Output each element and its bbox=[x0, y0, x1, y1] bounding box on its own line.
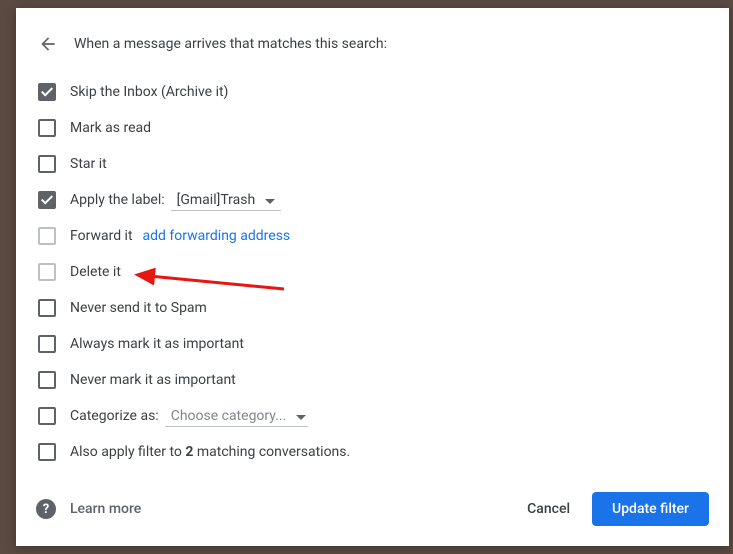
option-star: Star it bbox=[36, 146, 709, 182]
label-forward: Forward it bbox=[70, 228, 133, 244]
categorize-select[interactable]: Choose category... bbox=[165, 406, 309, 427]
update-filter-button[interactable]: Update filter bbox=[592, 492, 709, 526]
add-forwarding-link[interactable]: add forwarding address bbox=[143, 228, 291, 244]
checkbox-categorize[interactable] bbox=[38, 407, 56, 425]
label-categorize-prefix: Categorize as: bbox=[70, 408, 159, 424]
label-skip-inbox: Skip the Inbox (Archive it) bbox=[70, 84, 228, 100]
checkbox-also-apply[interactable] bbox=[38, 443, 56, 461]
option-skip-inbox: Skip the Inbox (Archive it) bbox=[36, 74, 709, 110]
label-never-important: Never mark it as important bbox=[70, 372, 236, 388]
option-mark-read: Mark as read bbox=[36, 110, 709, 146]
checkbox-mark-read[interactable] bbox=[38, 119, 56, 137]
also-apply-post: matching conversations. bbox=[193, 444, 350, 460]
also-apply-pre: Also apply filter to bbox=[70, 444, 185, 460]
option-forward: Forward it add forwarding address bbox=[36, 218, 709, 254]
checkbox-skip-inbox[interactable] bbox=[38, 83, 56, 101]
checkbox-forward[interactable] bbox=[38, 227, 56, 245]
option-delete: Delete it bbox=[36, 254, 709, 290]
learn-more-link[interactable]: Learn more bbox=[70, 501, 141, 517]
apply-label-value: [Gmail]Trash bbox=[177, 192, 256, 208]
option-apply-label: Apply the label: [Gmail]Trash bbox=[36, 182, 709, 218]
label-star: Star it bbox=[70, 156, 107, 172]
checkbox-delete[interactable] bbox=[38, 263, 56, 281]
checkbox-never-important[interactable] bbox=[38, 371, 56, 389]
chevron-down-icon bbox=[265, 192, 275, 208]
option-never-important: Never mark it as important bbox=[36, 362, 709, 398]
cancel-button[interactable]: Cancel bbox=[513, 493, 584, 525]
filter-options: Skip the Inbox (Archive it) Mark as read… bbox=[36, 74, 709, 470]
filter-actions-dialog: When a message arrives that matches this… bbox=[16, 8, 729, 546]
dialog-footer: ? Learn more Cancel Update filter bbox=[36, 492, 709, 526]
option-never-spam: Never send it to Spam bbox=[36, 290, 709, 326]
option-also-apply: Also apply filter to 2 matching conversa… bbox=[36, 434, 709, 470]
checkbox-never-spam[interactable] bbox=[38, 299, 56, 317]
categorize-value: Choose category... bbox=[171, 408, 287, 424]
arrow-left-icon bbox=[38, 34, 58, 54]
apply-label-select[interactable]: [Gmail]Trash bbox=[171, 190, 281, 211]
checkbox-always-important[interactable] bbox=[38, 335, 56, 353]
label-also-apply: Also apply filter to 2 matching conversa… bbox=[70, 444, 350, 460]
label-mark-read: Mark as read bbox=[70, 120, 151, 136]
checkbox-star[interactable] bbox=[38, 155, 56, 173]
label-never-spam: Never send it to Spam bbox=[70, 300, 207, 316]
help-icon[interactable]: ? bbox=[36, 499, 56, 519]
option-always-important: Always mark it as important bbox=[36, 326, 709, 362]
chevron-down-icon bbox=[296, 408, 306, 424]
option-categorize: Categorize as: Choose category... bbox=[36, 398, 709, 434]
dialog-header: When a message arrives that matches this… bbox=[36, 32, 709, 56]
dialog-title: When a message arrives that matches this… bbox=[74, 36, 387, 52]
checkbox-apply-label[interactable] bbox=[38, 191, 56, 209]
label-delete: Delete it bbox=[70, 264, 121, 280]
label-apply-label-prefix: Apply the label: bbox=[70, 192, 165, 208]
label-always-important: Always mark it as important bbox=[70, 336, 244, 352]
back-button[interactable] bbox=[36, 32, 60, 56]
